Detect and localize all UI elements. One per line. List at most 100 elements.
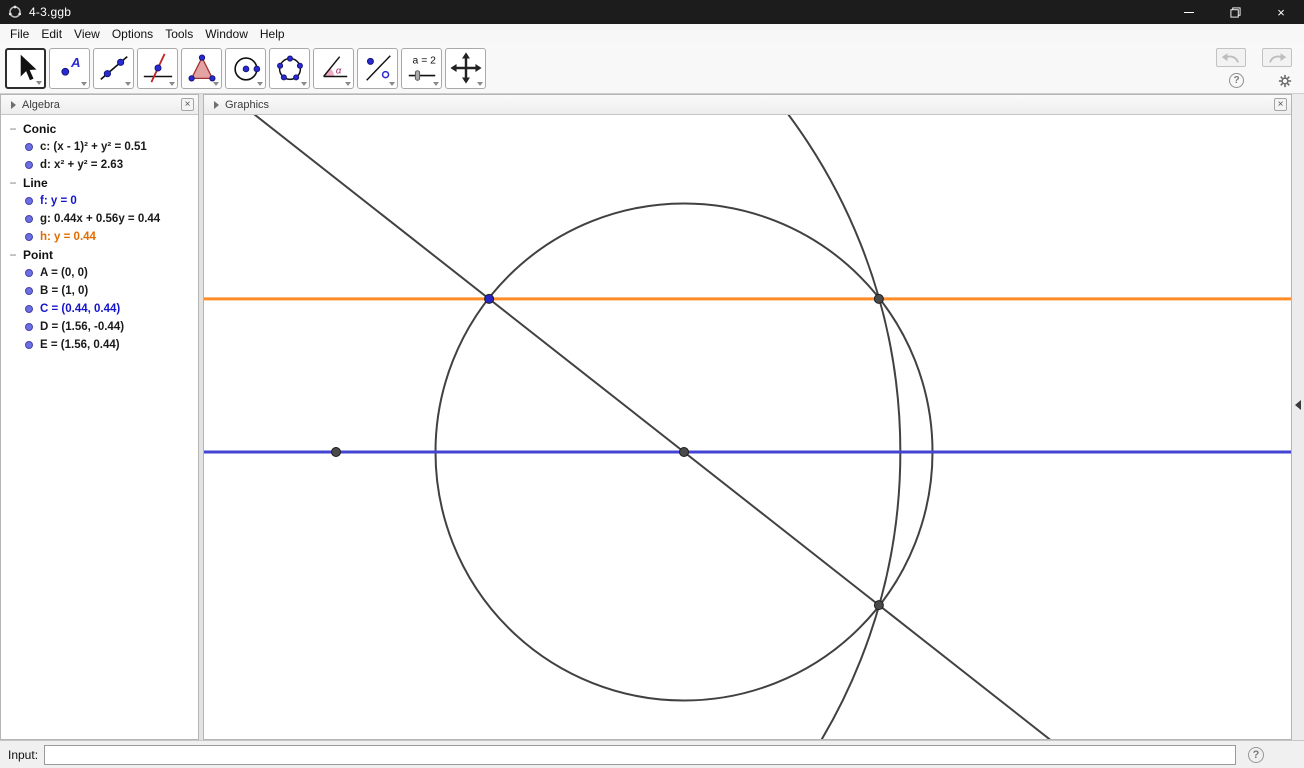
visibility-marble-icon[interactable]	[25, 233, 33, 241]
menu-options[interactable]: Options	[106, 26, 159, 42]
algebra-item[interactable]: d: x² + y² = 2.63	[1, 156, 198, 174]
algebra-item[interactable]: h: y = 0.44	[1, 228, 198, 246]
svg-text:α: α	[335, 66, 341, 77]
algebra-group-line[interactable]: − Line	[1, 174, 198, 192]
tool-reflect[interactable]	[357, 47, 398, 89]
tool-dropdown-arrow-icon[interactable]	[257, 81, 263, 86]
point-E[interactable]	[873, 293, 884, 304]
tool-circle[interactable]	[225, 47, 266, 89]
tool-move-graphics[interactable]	[445, 47, 486, 89]
visibility-marble-icon[interactable]	[25, 305, 33, 313]
item-label: g: 0.44x + 0.56y = 0.44	[40, 213, 161, 225]
item-label: A = (0, 0)	[40, 267, 88, 279]
line-icon	[97, 51, 131, 85]
algebra-item[interactable]: B = (1, 0)	[1, 282, 198, 300]
group-label: Point	[23, 248, 53, 262]
collapse-toggle-icon[interactable]: −	[7, 123, 19, 135]
collapse-toggle-icon[interactable]: −	[7, 249, 19, 261]
menu-view[interactable]: View	[68, 26, 106, 42]
panel-collapse-arrow-icon[interactable]	[1295, 400, 1301, 410]
algebra-close-button[interactable]: ×	[181, 98, 194, 111]
tool-angle[interactable]: α	[313, 47, 354, 89]
menu-window[interactable]: Window	[199, 26, 254, 42]
tool-dropdown-arrow-icon[interactable]	[81, 81, 87, 86]
help-icon[interactable]: ?	[1229, 73, 1244, 88]
undo-button[interactable]	[1216, 48, 1246, 67]
algebra-item[interactable]: D = (1.56, -0.44)	[1, 318, 198, 336]
toolbar: Aα a = 2 ?	[0, 43, 1304, 94]
close-button[interactable]: ×	[1258, 0, 1304, 24]
algebra-item[interactable]: f: y = 0	[1, 192, 198, 210]
item-label: D = (1.56, -0.44)	[40, 321, 125, 333]
redo-button[interactable]	[1262, 48, 1292, 67]
minimize-icon	[1184, 11, 1194, 13]
point-C[interactable]	[484, 293, 495, 304]
algebra-header-arrow-icon[interactable]	[11, 100, 16, 109]
visibility-marble-icon[interactable]	[25, 143, 33, 151]
item-label: B = (1, 0)	[40, 285, 89, 297]
circle-icon	[229, 51, 263, 85]
graphics-header-arrow-icon[interactable]	[214, 100, 219, 109]
algebra-item[interactable]: g: 0.44x + 0.56y = 0.44	[1, 210, 198, 228]
graphics-title: Graphics	[225, 98, 270, 111]
input-help-icon[interactable]: ?	[1248, 746, 1264, 763]
menu-edit[interactable]: Edit	[35, 26, 68, 42]
visibility-marble-icon[interactable]	[25, 287, 33, 295]
window-title: 4-3.ggb	[29, 5, 72, 19]
algebra-item[interactable]: C = (0.44, 0.44)	[1, 300, 198, 318]
circle-d[interactable]	[204, 115, 902, 739]
graphics-close-button[interactable]: ×	[1274, 98, 1287, 111]
tool-dropdown-arrow-icon[interactable]	[389, 81, 395, 86]
line-g[interactable]	[204, 115, 1291, 739]
tool-slider[interactable]: a = 2	[401, 47, 442, 89]
tool-polygon[interactable]	[181, 47, 222, 89]
undo-icon	[1221, 52, 1239, 63]
tool-move[interactable]	[5, 47, 46, 89]
graphics-panel: Graphics ×	[203, 94, 1292, 740]
restore-button[interactable]	[1212, 0, 1258, 24]
point-icon: A	[53, 51, 87, 85]
minimize-button[interactable]	[1166, 0, 1212, 24]
title-bar: 4-3.ggb ×	[0, 0, 1304, 24]
algebra-group-conic[interactable]: − Conic	[1, 120, 198, 138]
algebra-item[interactable]: E = (1.56, 0.44)	[1, 336, 198, 354]
visibility-marble-icon[interactable]	[25, 323, 33, 331]
redo-icon	[1269, 52, 1287, 63]
gear-icon[interactable]	[1278, 74, 1292, 88]
tool-dropdown-arrow-icon[interactable]	[345, 81, 351, 86]
visibility-marble-icon[interactable]	[25, 161, 33, 169]
tool-conic[interactable]	[269, 47, 310, 89]
tool-dropdown-arrow-icon[interactable]	[36, 80, 42, 85]
tool-point[interactable]: A	[49, 47, 90, 89]
collapse-toggle-icon[interactable]: −	[7, 177, 19, 189]
graphics-header: Graphics ×	[204, 95, 1291, 115]
tool-line[interactable]	[93, 47, 134, 89]
menu-help[interactable]: Help	[254, 26, 291, 42]
tool-dropdown-arrow-icon[interactable]	[169, 81, 175, 86]
tool-dropdown-arrow-icon[interactable]	[213, 81, 219, 86]
tool-dropdown-arrow-icon[interactable]	[433, 81, 439, 86]
restore-icon	[1229, 6, 1241, 18]
point-B[interactable]	[679, 447, 689, 457]
menu-tools[interactable]: Tools	[159, 26, 199, 42]
tool-dropdown-arrow-icon[interactable]	[477, 81, 483, 86]
tool-perpendicular-line[interactable]	[137, 47, 178, 89]
tool-dropdown-arrow-icon[interactable]	[301, 81, 307, 86]
perpendicular-line-icon	[141, 51, 175, 85]
algebra-item[interactable]: c: (x - 1)² + y² = 0.51	[1, 138, 198, 156]
tool-dropdown-arrow-icon[interactable]	[125, 81, 131, 86]
visibility-marble-icon[interactable]	[25, 215, 33, 223]
point-A[interactable]	[331, 447, 341, 457]
visibility-marble-icon[interactable]	[25, 269, 33, 277]
command-input[interactable]	[44, 744, 1236, 765]
algebra-group-point[interactable]: − Point	[1, 246, 198, 264]
algebra-item[interactable]: A = (0, 0)	[1, 264, 198, 282]
algebra-tree: − Conic c: (x - 1)² + y² = 0.51 d: x² + y² …	[1, 115, 198, 354]
graphics-canvas[interactable]	[204, 115, 1291, 739]
menu-file[interactable]: File	[4, 26, 35, 42]
visibility-marble-icon[interactable]	[25, 341, 33, 349]
graphics-svg[interactable]	[204, 115, 1291, 739]
point-D[interactable]	[873, 600, 884, 611]
tool-buttons: Aα a = 2	[5, 47, 489, 89]
visibility-marble-icon[interactable]	[25, 197, 33, 205]
